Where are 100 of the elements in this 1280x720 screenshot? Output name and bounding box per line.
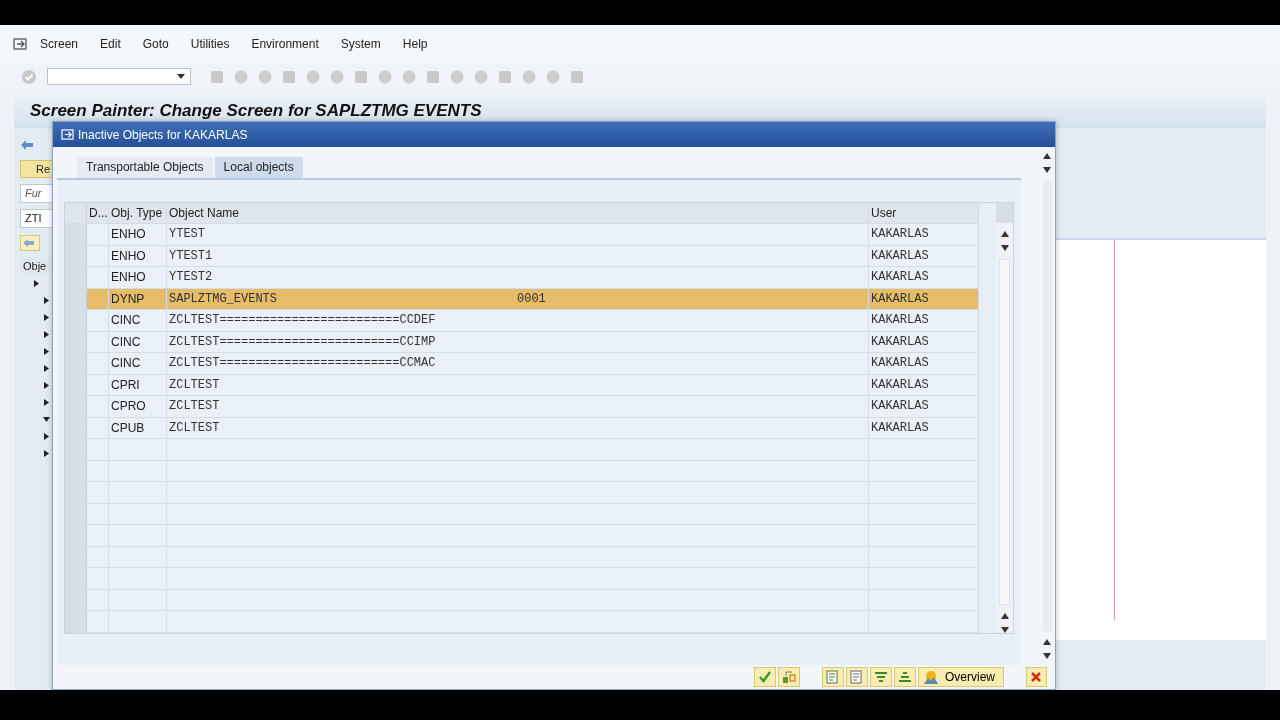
row-selector[interactable] <box>65 589 87 610</box>
row-selector[interactable] <box>65 611 87 632</box>
toolbar-icon[interactable] <box>545 68 561 85</box>
row-selector[interactable] <box>65 417 87 438</box>
menu-item[interactable]: Screen <box>40 37 79 51</box>
toolbar-button[interactable] <box>894 667 916 687</box>
expand-arrow-icon[interactable] <box>43 348 50 355</box>
row-selector[interactable] <box>65 568 87 589</box>
table-row[interactable]: ENHO YTEST2 KAKARLAS <box>65 267 979 289</box>
row-selector[interactable] <box>65 310 87 331</box>
table-cell: CPUB <box>109 417 167 438</box>
toolbar-icon[interactable] <box>401 68 417 85</box>
expand-arrow-icon[interactable] <box>43 297 50 304</box>
toolbar-button[interactable] <box>778 667 800 687</box>
command-field[interactable] <box>47 68 191 85</box>
row-selector[interactable] <box>65 396 87 417</box>
row-selector[interactable] <box>65 331 87 352</box>
scroll-up-icon[interactable] <box>1043 153 1051 159</box>
toolbar-button[interactable] <box>822 667 844 687</box>
row-selector[interactable] <box>65 503 87 524</box>
scroll-up-icon[interactable] <box>1043 639 1051 645</box>
close-button[interactable] <box>1026 667 1047 687</box>
row-selector[interactable] <box>65 224 87 245</box>
menu-item[interactable]: Help <box>402 37 428 51</box>
expand-arrow-icon[interactable] <box>43 450 50 457</box>
table-row[interactable]: CINC ZCLTEST=========================CCMAC KAKARLAS <box>65 353 979 375</box>
table-row[interactable]: ENHO YTEST KAKARLAS <box>65 224 979 246</box>
menu-icon[interactable] <box>13 38 27 50</box>
toolbar-icon[interactable] <box>569 68 585 85</box>
scroll-down-icon[interactable] <box>1043 167 1051 173</box>
table-row[interactable]: ENHO YTEST1 KAKARLAS <box>65 245 979 267</box>
back-arrow-icon[interactable] <box>20 139 34 151</box>
toolbar-icon[interactable] <box>473 68 489 85</box>
toolbar-icon[interactable] <box>257 68 273 85</box>
menu-item[interactable]: Utilities <box>190 37 230 51</box>
table-row[interactable]: CPRI ZCLTEST KAKARLAS <box>65 374 979 396</box>
scroll-down-icon[interactable] <box>1043 653 1051 659</box>
table-cell: 0001 <box>517 291 546 306</box>
table-row[interactable]: CPUB ZCLTEST KAKARLAS <box>65 417 979 439</box>
scroll-down-icon[interactable] <box>1000 626 1009 633</box>
caret-icon[interactable] <box>177 74 185 79</box>
scroll-down-icon[interactable] <box>1000 245 1009 251</box>
toolbar-icon[interactable] <box>521 68 537 85</box>
column-header[interactable]: Obj. Type <box>109 203 167 223</box>
expand-arrow-icon[interactable] <box>43 399 50 406</box>
row-selector[interactable] <box>65 374 87 395</box>
table-cell-text: YTEST <box>169 227 206 242</box>
menu-item[interactable]: Edit <box>100 37 121 51</box>
toolbar-icon[interactable] <box>377 68 393 85</box>
tab[interactable]: Local objects <box>214 157 303 178</box>
row-selector[interactable] <box>65 288 87 309</box>
expand-arrow-icon[interactable] <box>43 331 50 338</box>
table-row[interactable]: CINC ZCLTEST=========================CCDEF KAKARLAS <box>65 310 979 332</box>
toolbar-icon[interactable] <box>305 68 321 85</box>
toolbar-icon[interactable] <box>353 68 369 85</box>
row-selector[interactable] <box>65 546 87 567</box>
overview-button[interactable]: Overview <box>918 667 1004 687</box>
toolbar-icon[interactable] <box>281 68 297 85</box>
expand-arrow-icon[interactable] <box>43 314 50 321</box>
toolbar-icon[interactable] <box>497 68 513 85</box>
expand-arrow-icon[interactable] <box>33 280 40 287</box>
confirm-button[interactable] <box>754 667 776 687</box>
menu-item[interactable]: Environment <box>251 37 319 51</box>
sort-descending-icon <box>874 670 888 684</box>
table-row[interactable]: CINC ZCLTEST=========================CCIMP KAKARLAS <box>65 331 979 353</box>
row-selector[interactable] <box>65 353 87 374</box>
scroll-up-icon[interactable] <box>1000 612 1009 619</box>
toolbar-icon[interactable] <box>233 68 249 85</box>
toolbar-icon[interactable] <box>329 68 345 85</box>
row-selector[interactable] <box>65 439 87 460</box>
table-cell: KAKARLAS <box>869 224 979 245</box>
row-selector[interactable] <box>65 482 87 503</box>
tab[interactable]: Transportable Objects <box>77 157 213 178</box>
row-selector[interactable] <box>65 460 87 481</box>
row-selector[interactable] <box>65 525 87 546</box>
scrollbar[interactable] <box>996 203 1013 633</box>
table-row[interactable]: DYNP SAPLZTMG_EVENTS 0001 KAKARLAS <box>65 288 979 310</box>
menu-item[interactable]: System <box>340 37 381 51</box>
toolbar-button[interactable] <box>846 667 868 687</box>
table-row[interactable]: CPRO ZCLTEST KAKARLAS <box>65 396 979 418</box>
expand-arrow-icon[interactable] <box>43 416 50 423</box>
column-header[interactable]: User <box>869 203 979 223</box>
row-selector[interactable] <box>65 267 87 288</box>
table-cell-text: ZCLTEST=========================CCDEF <box>169 313 437 328</box>
expand-arrow-icon[interactable] <box>43 365 50 372</box>
check-icon[interactable] <box>21 68 37 85</box>
column-header[interactable]: Object Name <box>167 203 869 223</box>
toolbar-icon[interactable] <box>449 68 465 85</box>
dialog-title: Inactive Objects for KAKARLAS <box>78 127 248 142</box>
expand-arrow-icon[interactable] <box>43 433 50 440</box>
scroll-up-icon[interactable] <box>1000 231 1009 237</box>
expand-arrow-icon[interactable] <box>43 382 50 389</box>
toolbar-icon[interactable] <box>209 68 225 85</box>
menu-item[interactable]: Goto <box>142 37 169 51</box>
column-header[interactable]: D... <box>87 203 109 223</box>
table-cell: ENHO <box>109 267 167 288</box>
row-selector[interactable] <box>65 245 87 266</box>
toolbar-icon[interactable] <box>425 68 441 85</box>
toolbar-button[interactable] <box>870 667 892 687</box>
table-cell: KAKARLAS <box>869 310 979 331</box>
